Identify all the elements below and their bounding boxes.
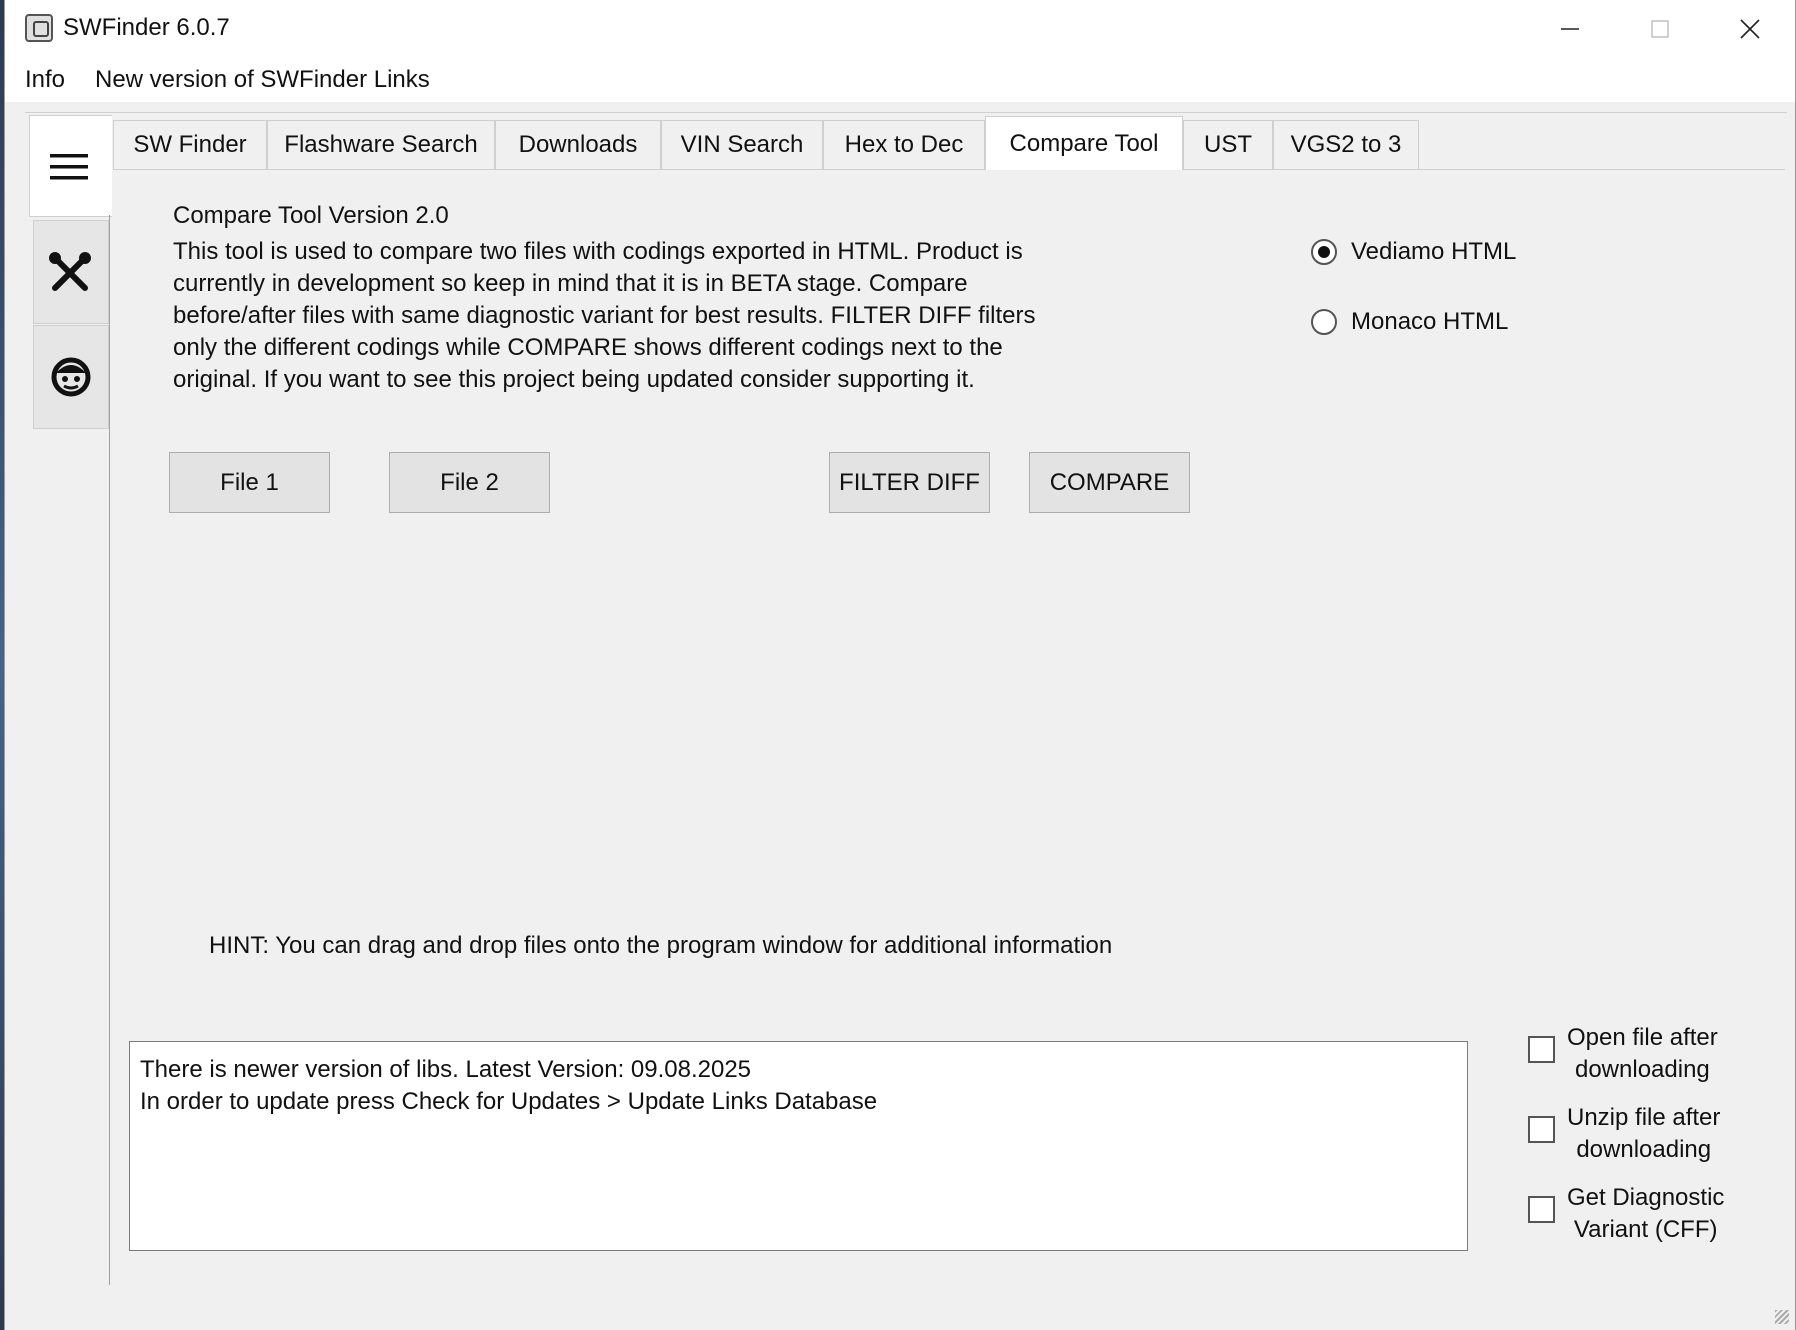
option-get-diagnostic-variant[interactable]: Get Diagnostic Variant (CFF) xyxy=(1528,1182,1724,1246)
face-icon xyxy=(51,357,91,397)
tab-downloads[interactable]: Downloads xyxy=(495,120,661,169)
option-unzip-file[interactable]: Unzip file after downloading xyxy=(1528,1102,1720,1166)
tools-icon xyxy=(49,252,91,291)
maximize-icon xyxy=(1651,20,1669,38)
app-icon xyxy=(25,14,53,42)
tab-sw-finder[interactable]: SW Finder xyxy=(113,120,267,169)
radio-button[interactable] xyxy=(1311,309,1337,335)
radio-monaco-label: Monaco HTML xyxy=(1351,308,1509,335)
tab-compare-tool[interactable]: Compare Tool xyxy=(985,116,1183,170)
option-open-file[interactable]: Open file after downloading xyxy=(1528,1022,1718,1086)
maximize-button[interactable] xyxy=(1615,0,1705,58)
checkbox[interactable] xyxy=(1528,1196,1555,1223)
tab-ust[interactable]: UST xyxy=(1183,120,1273,169)
close-icon xyxy=(1740,19,1760,39)
tab-hex-to-dec[interactable]: Hex to Dec xyxy=(823,120,985,169)
checkbox[interactable] xyxy=(1528,1036,1555,1063)
title-bar: SWFinder 6.0.7 xyxy=(5,0,1795,58)
radio-monaco-html[interactable]: Monaco HTML xyxy=(1311,308,1508,336)
label-line: Open file after xyxy=(1567,1024,1718,1051)
menu-info[interactable]: Info xyxy=(25,66,65,94)
sidebar-divider xyxy=(109,215,110,1285)
menu-bar: Info New version of SWFinder Links xyxy=(5,58,1795,102)
compare-version-title: Compare Tool Version 2.0 xyxy=(173,202,449,229)
checkbox[interactable] xyxy=(1528,1116,1555,1143)
resize-grip[interactable] xyxy=(1775,1310,1789,1324)
app-window: SWFinder 6.0.7 Info New version of SWFin… xyxy=(4,0,1796,1330)
hint-text: HINT: You can drag and drop files onto t… xyxy=(209,932,1113,959)
label-line: Get Diagnostic xyxy=(1567,1184,1725,1211)
compare-button[interactable]: COMPARE xyxy=(1029,452,1190,513)
file2-button[interactable]: File 2 xyxy=(389,452,550,513)
tabs-baseline xyxy=(113,169,1785,170)
minimize-button[interactable] xyxy=(1525,0,1615,58)
radio-button-selected[interactable] xyxy=(1311,239,1337,265)
compare-description: This tool is used to compare two files w… xyxy=(173,238,1036,393)
tab-vin-search[interactable]: VIN Search xyxy=(661,120,823,169)
sidebar-menu-button[interactable] xyxy=(29,115,112,217)
label-line: downloading xyxy=(1576,1136,1712,1163)
label-line: Unzip file after xyxy=(1567,1104,1721,1131)
sidebar-tab-profile[interactable] xyxy=(33,325,109,429)
window-title: SWFinder 6.0.7 xyxy=(63,14,230,41)
option-unzip-file-label: Unzip file after downloading xyxy=(1567,1102,1720,1166)
hamburger-menu-icon xyxy=(50,154,88,180)
log-textbox[interactable]: There is newer version of libs. Latest V… xyxy=(129,1041,1468,1251)
menu-new-version-links[interactable]: New version of SWFinder Links xyxy=(95,66,430,94)
tab-vgs2-to-3[interactable]: VGS2 to 3 xyxy=(1273,120,1419,169)
label-line: Variant (CFF) xyxy=(1573,1216,1718,1243)
option-open-file-label: Open file after downloading xyxy=(1567,1022,1718,1086)
label-line: downloading xyxy=(1574,1056,1710,1083)
filter-diff-button[interactable]: FILTER DIFF xyxy=(829,452,990,513)
tab-flashware-search[interactable]: Flashware Search xyxy=(267,120,495,169)
minimize-icon xyxy=(1561,28,1579,30)
sidebar-tab-tools[interactable] xyxy=(33,220,109,324)
log-line: In order to update press Check for Updat… xyxy=(140,1088,878,1115)
close-button[interactable] xyxy=(1705,0,1795,58)
radio-vediamo-label: Vediamo HTML xyxy=(1351,238,1517,265)
option-diagnostic-label: Get Diagnostic Variant (CFF) xyxy=(1567,1182,1724,1246)
log-line: There is newer version of libs. Latest V… xyxy=(140,1056,752,1083)
file1-button[interactable]: File 1 xyxy=(169,452,330,513)
radio-vediamo-html[interactable]: Vediamo HTML xyxy=(1311,238,1516,266)
